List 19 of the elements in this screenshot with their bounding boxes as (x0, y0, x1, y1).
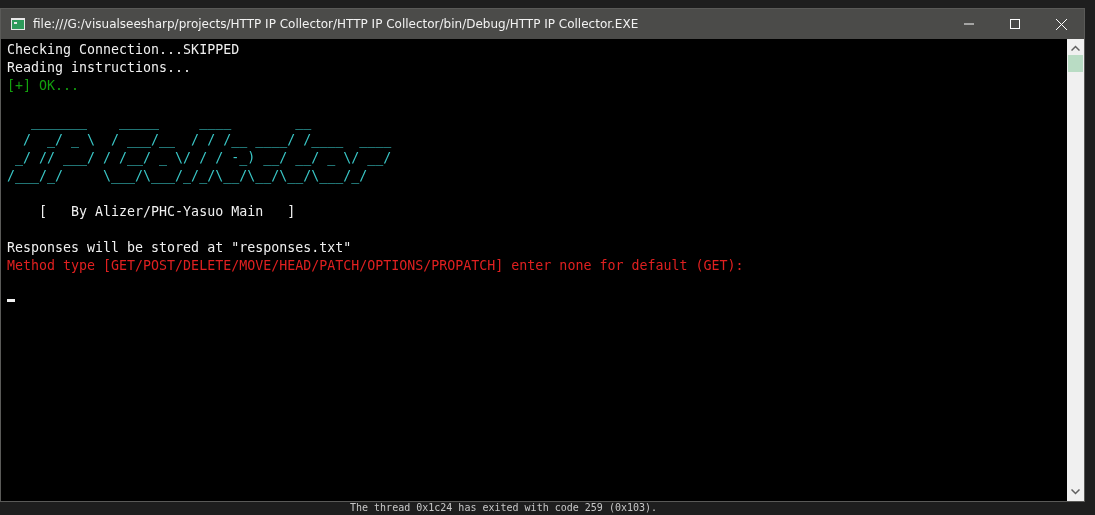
console-text: [ By Alizer/PHC-Yasuo Main ] (38, 203, 296, 221)
error-text: Method type [GET/POST/DELETE/MOVE/HEAD/PATCH/OPTIONS/PROPATCH] enter none for default (GET): (7, 257, 744, 275)
console-text: Responses will be stored at "responses.txt" (7, 239, 352, 257)
scroll-up-icon[interactable] (1071, 45, 1080, 51)
scroll-down-icon[interactable] (1071, 489, 1080, 495)
console-text: Checking Connection...SKIPPED (7, 41, 240, 59)
close-icon (1055, 18, 1067, 30)
ascii-banner-line: /___/_/ \___/\___/_/_/\__/\__/\__/\___/_/ (7, 167, 368, 185)
console-text: Reading instructions... (7, 59, 192, 77)
maximize-icon (1010, 19, 1020, 29)
window-title: file:///G:/visualseesharp/projects/HTTP IP Collector/HTTP IP Collector/bin/Debug/HTTP IP Collector.EXE (33, 17, 640, 31)
ascii-banner-line: / _/ _ \ / ___/__ / / /__ ____/ /____ ____ (22, 131, 392, 149)
ide-output-text: The thread 0x1c24 has exited with code 259 (0x103). (350, 502, 658, 514)
ascii-banner-line: _/ // ___/ / /__/ _ \/ / / -_) __/ __/ _ \/ __/ (14, 149, 392, 167)
text-cursor (7, 299, 15, 302)
success-text: [+] OK... (7, 77, 80, 95)
console-app-icon (11, 18, 25, 30)
ascii-banner-line: _______ _____ ____ __ (30, 113, 312, 131)
scroll-thumb[interactable] (1068, 55, 1083, 72)
